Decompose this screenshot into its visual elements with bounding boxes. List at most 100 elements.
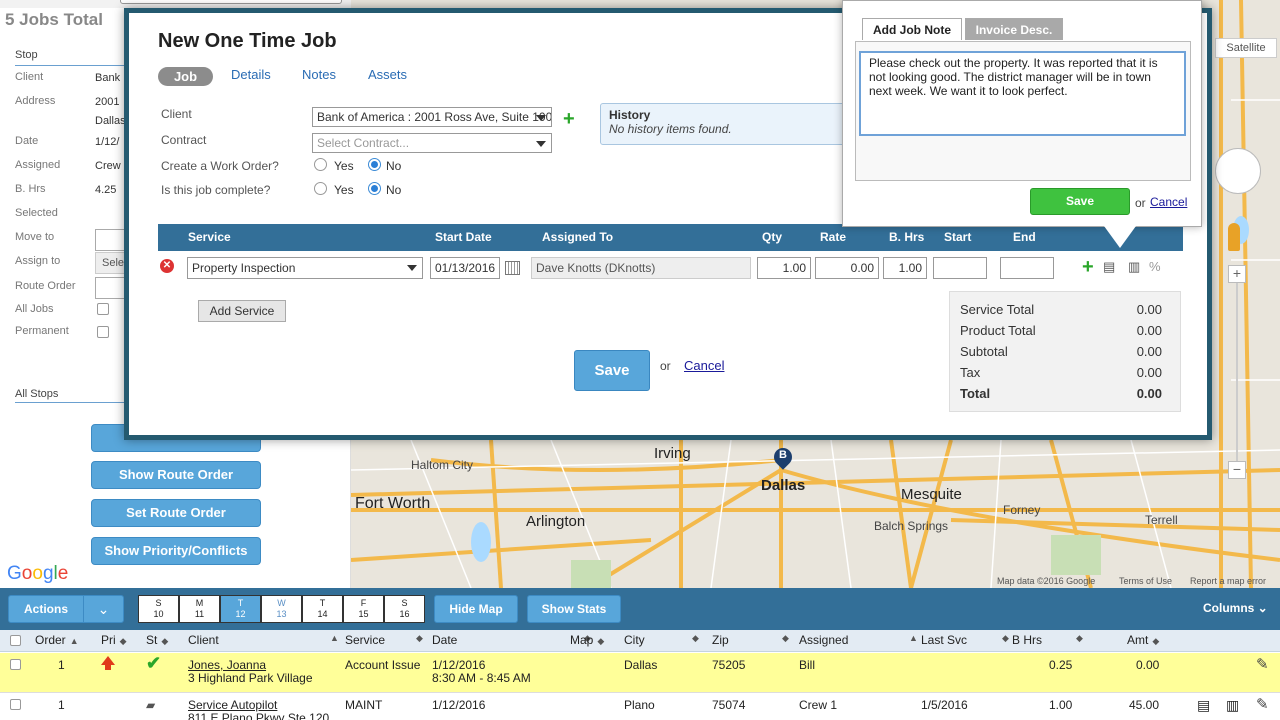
- tab-invoice-desc[interactable]: Invoice Desc.: [965, 18, 1063, 40]
- cell-client[interactable]: Service Autopilot: [188, 698, 277, 712]
- tab-notes[interactable]: Notes: [302, 67, 336, 82]
- day-tue[interactable]: T 12: [220, 595, 261, 623]
- permanent-checkbox[interactable]: [97, 326, 109, 338]
- contract-select[interactable]: Select Contract...: [312, 133, 552, 153]
- start-time-input[interactable]: [933, 257, 987, 279]
- client-select[interactable]: Bank of America : 2001 Ross Ave, Suite 1…: [312, 107, 552, 127]
- select-all-checkbox[interactable]: [10, 635, 21, 646]
- cell-zip: 75205: [712, 658, 746, 672]
- th-order[interactable]: Order ▲: [35, 633, 79, 647]
- show-stats-button[interactable]: Show Stats: [527, 595, 621, 623]
- th-assigned[interactable]: Assigned ▲: [799, 633, 919, 647]
- th-bhrs[interactable]: B Hrs ◆: [1012, 633, 1083, 647]
- cancel-link[interactable]: Cancel: [684, 358, 724, 373]
- show-priority-conflicts-button[interactable]: Show Priority/Conflicts: [91, 537, 261, 565]
- job-complete-no-radio[interactable]: [368, 182, 381, 195]
- day-sat[interactable]: S 16: [384, 595, 425, 623]
- tab-details[interactable]: Details: [231, 67, 271, 82]
- actions-button[interactable]: Actions: [8, 595, 84, 623]
- work-order-no-radio[interactable]: [368, 158, 381, 171]
- satellite-button[interactable]: Satellite: [1215, 38, 1277, 58]
- or-text: or: [660, 359, 671, 373]
- tab-job[interactable]: Job: [158, 67, 213, 86]
- end-time-input[interactable]: [1000, 257, 1054, 279]
- row-checkbox[interactable]: [10, 659, 21, 670]
- table-row[interactable]: 1 ✔ Jones, Joanna 3 Highland Park Villag…: [0, 653, 1280, 693]
- service-select-value: Property Inspection: [192, 261, 296, 275]
- add-row-icon[interactable]: +: [1082, 257, 1094, 277]
- zoom-in-icon[interactable]: +: [1228, 265, 1246, 283]
- table-row[interactable]: 1 ▰ Service Autopilot 811 E Plano Pkwy S…: [0, 693, 1280, 720]
- th-st[interactable]: St ◆: [146, 633, 168, 647]
- tab-add-job-note[interactable]: Add Job Note: [862, 18, 962, 40]
- add-client-icon[interactable]: +: [563, 109, 575, 129]
- th-amt[interactable]: Amt ◆: [1127, 633, 1159, 647]
- work-order-yes-radio[interactable]: [314, 158, 327, 171]
- map-terms-link[interactable]: Terms of Use: [1119, 576, 1172, 586]
- th-last-svc[interactable]: Last Svc ◆: [921, 633, 1011, 647]
- service-total-value: 0.00: [1136, 302, 1162, 317]
- day-fri[interactable]: F 15: [343, 595, 384, 623]
- map-pan-control-icon[interactable]: [1215, 148, 1261, 194]
- map-label-haltom-city: Haltom City: [411, 458, 474, 472]
- barcode-icon[interactable]: ▥: [1226, 698, 1239, 712]
- job-complete-yes-radio[interactable]: [314, 182, 327, 195]
- qty-input[interactable]: 1.00: [757, 257, 811, 279]
- note-cancel-link[interactable]: Cancel: [1150, 195, 1187, 209]
- service-total-label: Service Total: [960, 302, 1035, 317]
- tab-assets[interactable]: Assets: [368, 67, 407, 82]
- all-jobs-checkbox[interactable]: [97, 303, 109, 315]
- service-total-row: Service Total 0.00: [960, 302, 1172, 317]
- note-icon[interactable]: ▤: [1197, 698, 1210, 712]
- priority-up-icon: [101, 656, 115, 670]
- th-client[interactable]: Client ▲: [188, 633, 339, 647]
- show-route-order-button[interactable]: Show Route Order: [91, 461, 261, 489]
- stop-label: Stop: [15, 49, 38, 61]
- zoom-slider[interactable]: [1236, 283, 1238, 461]
- bhrs-input[interactable]: 1.00: [883, 257, 927, 279]
- job-note-textarea[interactable]: Please check out the property. It was re…: [859, 51, 1186, 136]
- hide-map-button[interactable]: Hide Map: [434, 595, 518, 623]
- save-button[interactable]: Save: [574, 350, 650, 391]
- search-input[interactable]: [120, 0, 342, 4]
- note-icon[interactable]: ▤: [1103, 259, 1115, 275]
- field-label-selected: Selected: [15, 207, 58, 219]
- columns-button[interactable]: Columns ⌄: [1203, 601, 1268, 615]
- field-label-assign-to: Assign to: [15, 255, 61, 267]
- field-value-client: Bank: [95, 72, 121, 84]
- th-map[interactable]: Map ◆: [570, 633, 604, 647]
- zoom-out-icon[interactable]: −: [1228, 461, 1246, 479]
- service-select[interactable]: Property Inspection: [187, 257, 423, 279]
- th-zip[interactable]: Zip ◆: [712, 633, 792, 647]
- edit-pencil-icon[interactable]: ✎: [1256, 655, 1269, 673]
- assigned-to-select[interactable]: Dave Knotts (DKnotts): [531, 257, 751, 279]
- th-date[interactable]: Date ◆: [432, 633, 592, 647]
- day-sun[interactable]: S 10: [138, 595, 179, 623]
- th-service[interactable]: Service ◆: [345, 633, 425, 647]
- job-note-popup: Add Job Note Invoice Desc. Please check …: [842, 0, 1202, 227]
- th-city[interactable]: City ◆: [624, 633, 704, 647]
- rate-input[interactable]: 0.00: [815, 257, 879, 279]
- col-assigned-to: Assigned To: [542, 230, 614, 244]
- cell-last-svc: 1/5/2016: [921, 698, 968, 712]
- work-order-label: Create a Work Order?: [161, 159, 279, 173]
- percent-icon[interactable]: %: [1149, 259, 1161, 274]
- edit-pencil-icon[interactable]: ✎: [1256, 695, 1269, 713]
- day-wed[interactable]: W 13: [261, 595, 302, 623]
- cell-client[interactable]: Jones, Joanna: [188, 658, 266, 672]
- note-save-button[interactable]: Save: [1030, 188, 1130, 215]
- set-route-order-button[interactable]: Set Route Order: [91, 499, 261, 527]
- day-thu[interactable]: T 14: [302, 595, 343, 623]
- map-report-link[interactable]: Report a map error: [1190, 576, 1266, 586]
- all-stops-tab[interactable]: All Stops: [15, 388, 58, 400]
- add-service-button[interactable]: Add Service: [198, 300, 286, 322]
- row-checkbox[interactable]: [10, 699, 21, 710]
- chevron-down-icon[interactable]: ⌄: [83, 595, 124, 623]
- start-date-input[interactable]: 01/13/2016: [430, 257, 500, 279]
- th-pri[interactable]: Pri ◆: [101, 633, 127, 647]
- barcode-icon[interactable]: ▥: [1128, 259, 1140, 275]
- remove-service-icon[interactable]: ✕: [160, 259, 174, 273]
- pegman-icon[interactable]: [1228, 223, 1240, 251]
- calendar-icon[interactable]: [505, 261, 520, 275]
- day-mon[interactable]: M 11: [179, 595, 220, 623]
